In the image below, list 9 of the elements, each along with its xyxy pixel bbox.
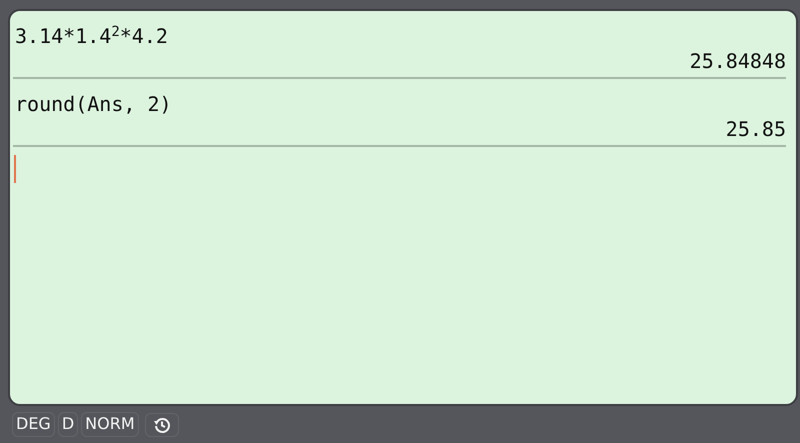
expression-text: 3.14*1.4$^{2}$*4.2: [15, 24, 168, 48]
mode-button[interactable]: DEG: [12, 412, 55, 437]
result-text: 25.84848: [690, 49, 786, 73]
result-text: 25.85: [726, 117, 786, 141]
mode-button[interactable]: NORM: [81, 412, 139, 437]
history-icon: [152, 416, 171, 434]
history-button[interactable]: [144, 412, 179, 436]
mode-button[interactable]: D: [58, 412, 78, 437]
expression-text: round(Ans, 2): [15, 92, 172, 116]
